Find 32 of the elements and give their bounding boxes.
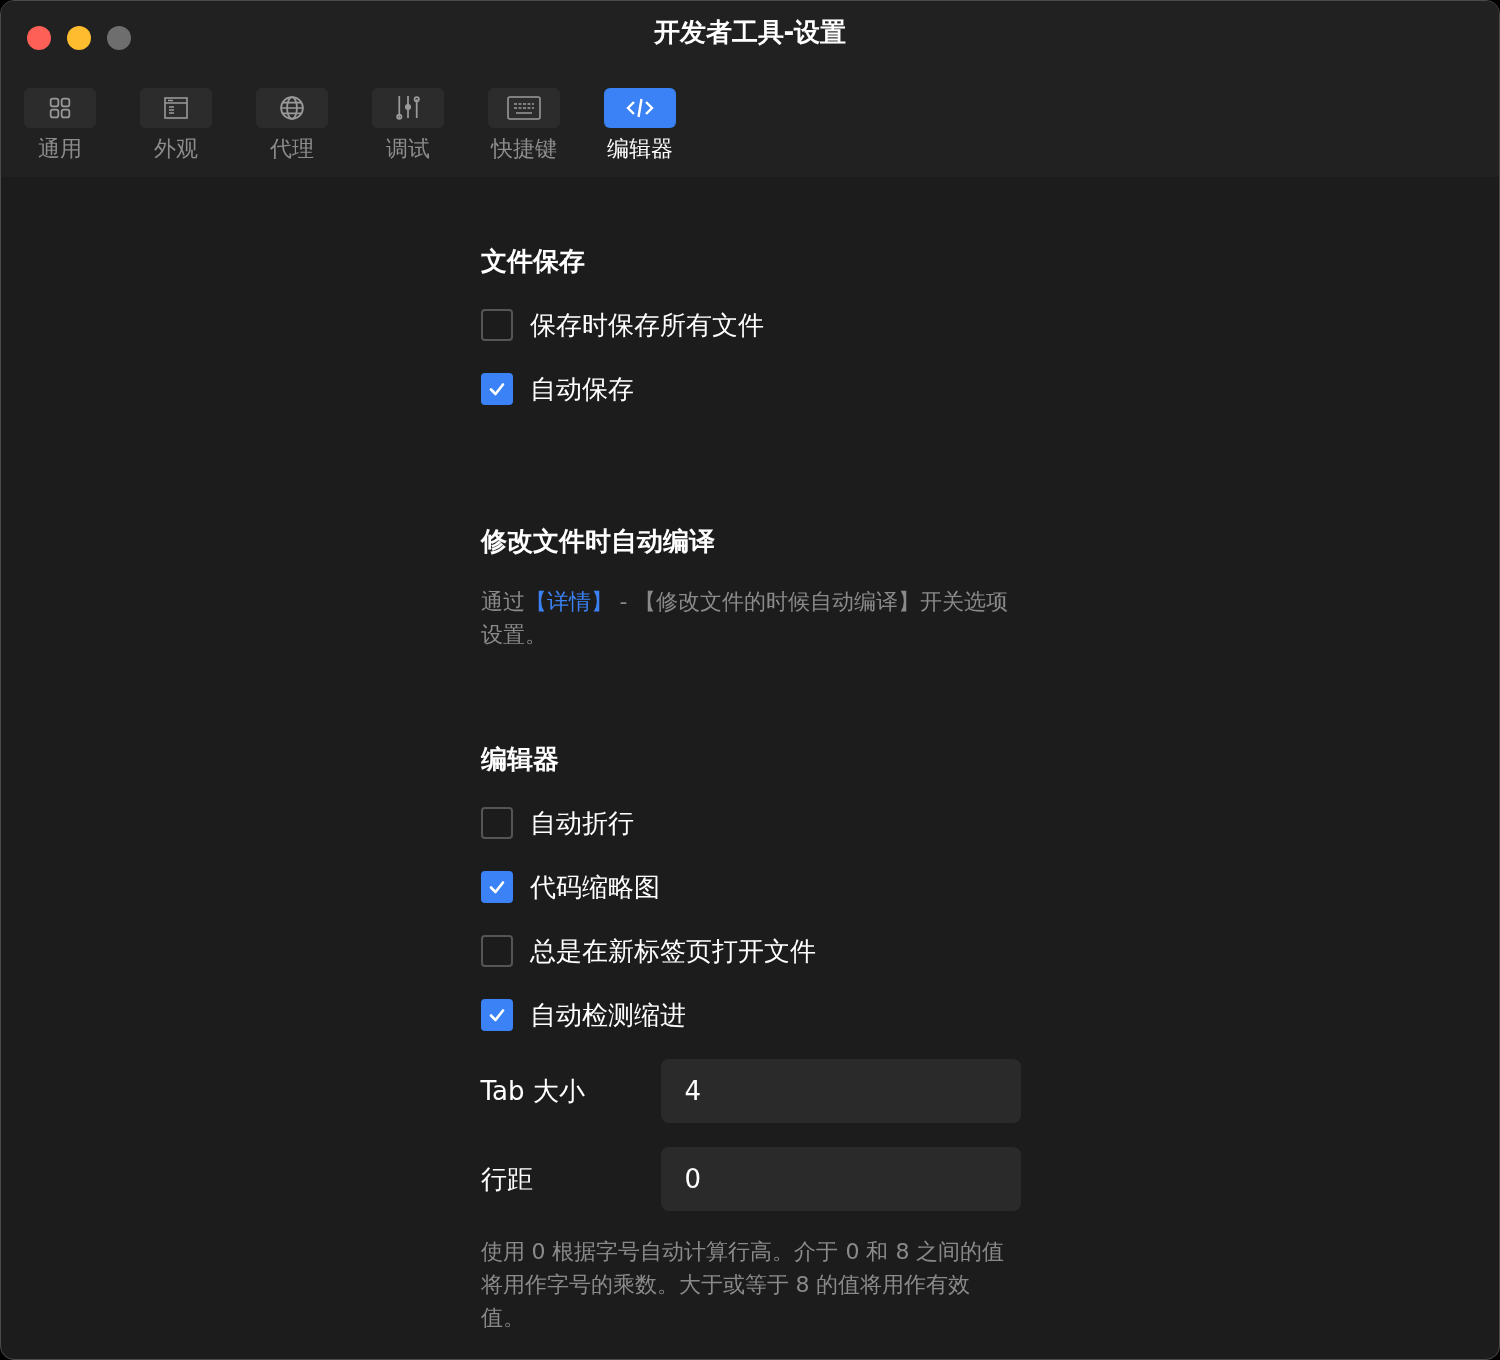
zoom-button[interactable] [107,26,131,50]
checkbox[interactable] [480,309,513,341]
field-label: 行距 [480,1162,534,1196]
checkbox-label: 自动检测缩进 [529,998,686,1032]
checkbox-label: 自动保存 [529,372,634,406]
grid-icon [49,97,71,119]
minimize-button[interactable] [67,26,91,50]
checkbox[interactable] [480,935,513,967]
window-icon [164,97,188,119]
help-text: 使用 0 根据字号自动计算行高。介于 0 和 8 之间的值将用作字号的乘数。大于或等于 8 的值将用作有效值。 [480,1238,1006,1332]
section-description: 通过【详情】 - 【修改文件的时候自动编译】开关选项设置。 [480,588,1010,649]
keyboard-icon [507,96,541,120]
field-label: Tab 大小 [480,1074,586,1108]
checkbox[interactable] [480,807,513,839]
code-icon [625,96,655,120]
sliders-icon [396,95,420,121]
section-title: 编辑器 [480,743,560,776]
window-title: 开发者工具-设置 [652,16,848,49]
checkbox-label: 保存时保存所有文件 [529,308,764,342]
checkbox-label: 自动折行 [529,806,634,840]
checkbox[interactable] [480,999,513,1031]
globe-icon [280,96,304,120]
checkbox-label: 总是在新标签页打开文件 [529,934,816,968]
close-button[interactable] [27,26,51,50]
details-link[interactable]: 【详情】 [524,589,613,614]
checkbox-label: 代码缩略图 [529,870,660,904]
section-title: 文件保存 [480,245,586,278]
number-field[interactable]: 4 [660,1059,1021,1123]
checkbox[interactable] [480,871,513,903]
section-title: 修改文件时自动编译 [480,525,716,558]
checkbox[interactable] [480,373,513,405]
number-field[interactable]: 0 [660,1147,1021,1211]
